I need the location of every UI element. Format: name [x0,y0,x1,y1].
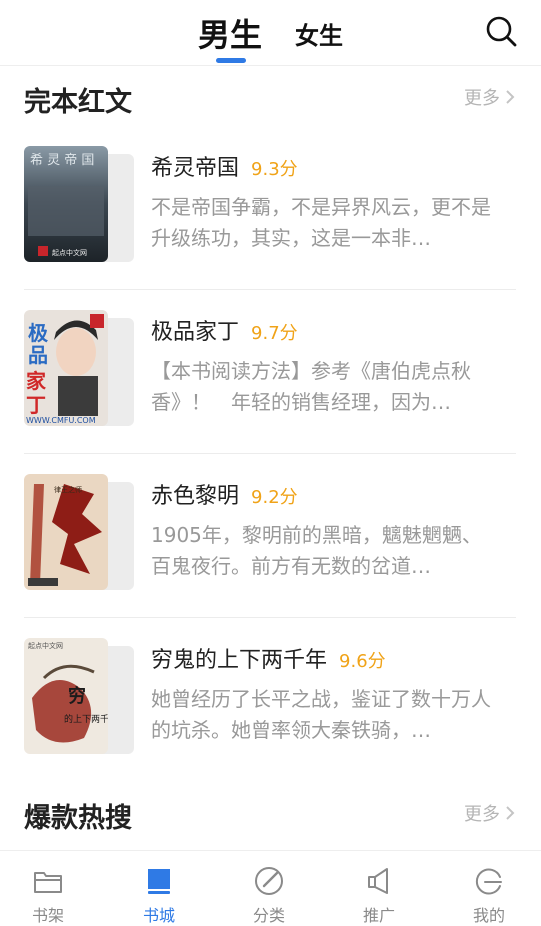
cover-image: 穷 的上下两千年 起点中文网 [24,638,108,754]
book-cover: 穷 的上下两千年 起点中文网 [24,638,134,754]
promote-icon [368,868,388,894]
book-cover: 极 品 家 丁 WWW.CMFU.COM [24,310,134,426]
more-link[interactable]: 更多 [464,84,516,110]
bottom-nav: 书架 书城 分类 推广 我的 [0,850,541,926]
nav-category[interactable]: 分类 [215,851,323,926]
section-title: 完本红文 [24,87,132,118]
book-item[interactable]: 希 灵 帝 国 起点中文网 希灵帝国 9.3分 不是帝国争霸，不是异界风云，更不是… [24,126,516,290]
svg-text:起点中文网: 起点中文网 [52,248,87,257]
book-item[interactable]: 穷 的上下两千年 起点中文网 穷鬼的上下两千年 9.6分 她曾经历了长平之战，鉴证… [24,618,516,782]
book-description: 她曾经历了长平之战，鉴证了数十万人的坑杀。她曾率领大秦铁骑，… [151,687,491,742]
cover-image: 希 灵 帝 国 起点中文网 [24,146,108,262]
nav-label: 我的 [472,906,505,925]
category-icon [255,867,283,895]
book-title[interactable]: 希灵帝国 9.3分 [151,150,298,182]
bookshelf-icon [34,872,62,893]
svg-text:品: 品 [28,343,48,367]
book-title[interactable]: 极品家丁 9.7分 [151,314,298,346]
book-score: 9.2分 [251,487,298,508]
nav-promote[interactable]: 推广 [325,851,433,926]
more-link[interactable]: 更多 [464,800,516,826]
book-title[interactable]: 穷鬼的上下两千年 9.6分 [151,642,386,674]
search-icon [486,16,517,47]
nav-label: 书城 [142,906,175,925]
book-score: 9.7分 [251,323,298,344]
search-button[interactable] [484,14,518,48]
nav-bookstore[interactable]: 书城 [105,851,213,926]
svg-text:极: 极 [28,321,49,345]
chevron-right-icon [506,806,515,820]
book-cover: 希 灵 帝 国 起点中文网 [24,146,134,262]
tab-male[interactable]: 男生 [198,10,262,56]
book-item[interactable]: 律王之师 赤色黎明 9.2分 1905年，黎明前的黑暗，魑魅魍魉、百鬼夜行。前方有… [24,454,516,618]
svg-text:起点中文网: 起点中文网 [28,641,63,650]
svg-text:家: 家 [26,369,47,393]
book-title-text: 赤色黎明 [151,484,240,509]
chevron-right-icon [506,90,515,104]
book-description: 1905年，黎明前的黑暗，魑魅魍魉、百鬼夜行。前方有无数的岔道… [151,523,482,578]
cover-image: 极 品 家 丁 WWW.CMFU.COM [24,310,108,426]
nav-label: 分类 [252,906,285,925]
section-header-hot-search: 爆款热搜 更多 [24,796,516,836]
svg-text:穷: 穷 [68,685,86,707]
nav-label: 书架 [31,906,64,925]
more-label: 更多 [464,88,500,109]
top-bar: 男生 女生 [0,0,541,66]
more-label: 更多 [464,804,500,825]
profile-icon [475,868,502,895]
bookstore-icon [148,869,170,894]
svg-text:WWW.CMFU.COM: WWW.CMFU.COM [26,416,96,425]
book-cover: 律王之师 [24,474,134,590]
book-title-text: 极品家丁 [151,320,240,345]
svg-text:希 灵 帝 国: 希 灵 帝 国 [30,152,94,168]
book-description: 不是帝国争霸，不是异界风云，更不是升级练功，其实，这是一本非… [151,195,491,250]
section-title: 爆款热搜 [24,803,132,834]
book-item[interactable]: 极 品 家 丁 WWW.CMFU.COM 极品家丁 9.7分 【本书阅读方法】参考… [24,290,516,454]
active-tab-indicator [216,58,246,63]
cover-image: 律王之师 [24,474,108,590]
nav-bookshelf[interactable]: 书架 [0,851,102,926]
book-score: 9.6分 [339,651,386,672]
section-header-finished: 完本红文 更多 [24,80,516,120]
svg-text:丁: 丁 [26,393,46,417]
svg-text:的上下两千年: 的上下两千年 [64,713,108,725]
nav-label: 推广 [362,906,395,925]
svg-text:律王之师: 律王之师 [54,485,82,494]
book-score: 9.3分 [251,159,298,180]
book-title[interactable]: 赤色黎明 9.2分 [151,478,298,510]
book-title-text: 穷鬼的上下两千年 [151,648,328,673]
tab-female[interactable]: 女生 [295,16,343,51]
book-description: 【本书阅读方法】参考《唐伯虎点秋香》！ 年轻的销售经理，因为… [151,359,471,414]
book-title-text: 希灵帝国 [151,156,240,181]
nav-profile[interactable]: 我的 [435,851,541,926]
